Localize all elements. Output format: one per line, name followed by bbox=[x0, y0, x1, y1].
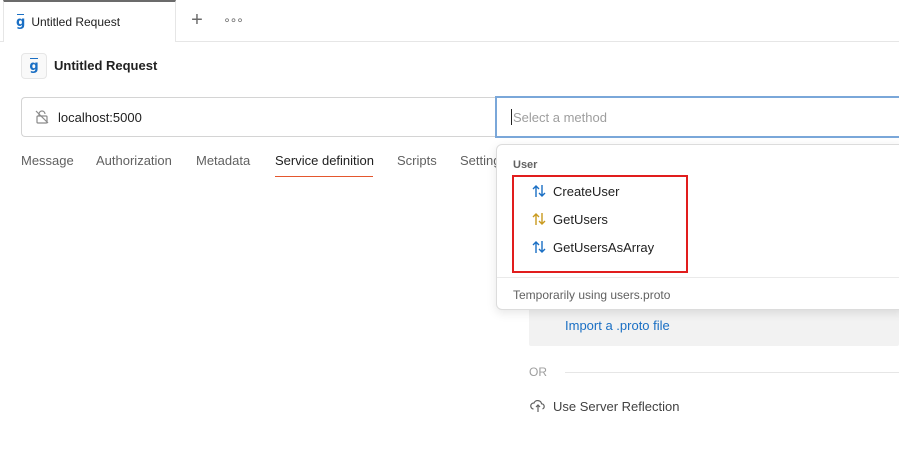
proto-source-note: Temporarily using users.proto bbox=[513, 288, 671, 302]
request-tab-label: Untitled Request bbox=[31, 15, 121, 29]
grpc-icon: g bbox=[16, 13, 26, 30]
dropdown-divider bbox=[497, 277, 899, 278]
request-tab[interactable]: g Untitled Request bbox=[3, 0, 176, 42]
method-dropdown: User CreateUser GetUsers GetUsersAsArray bbox=[496, 144, 899, 310]
more-options-button[interactable]: ∘∘∘ bbox=[222, 10, 244, 30]
tab-metadata[interactable]: Metadata bbox=[196, 153, 250, 168]
tab-message[interactable]: Message bbox=[21, 153, 74, 168]
server-reflection-label: Use Server Reflection bbox=[553, 398, 680, 414]
server-reflection-button[interactable]: Use Server Reflection bbox=[529, 398, 679, 414]
app-root: g Untitled Request + ∘∘∘ g Untitled Requ… bbox=[0, 0, 899, 461]
grpc-icon: g bbox=[29, 57, 39, 74]
request-title[interactable]: Untitled Request bbox=[54, 58, 157, 73]
method-search-input[interactable] bbox=[513, 109, 893, 125]
server-url-value: localhost:5000 bbox=[58, 109, 142, 125]
server-url-field[interactable]: localhost:5000 bbox=[21, 97, 497, 137]
or-divider-line bbox=[565, 372, 899, 373]
active-tab-indicator bbox=[275, 176, 373, 177]
request-type-icon: g bbox=[21, 53, 47, 79]
text-caret bbox=[511, 109, 512, 125]
tls-disabled-lock-icon bbox=[35, 110, 49, 124]
or-divider-label: OR bbox=[529, 365, 547, 379]
tab-authorization[interactable]: Authorization bbox=[96, 153, 172, 168]
service-group-label: User bbox=[513, 159, 538, 171]
tab-service-definition[interactable]: Service definition bbox=[275, 153, 374, 168]
method-select[interactable] bbox=[495, 96, 899, 138]
tab-bar: g Untitled Request + ∘∘∘ bbox=[0, 0, 899, 42]
tab-scripts[interactable]: Scripts bbox=[397, 153, 437, 168]
cloud-sync-icon bbox=[530, 399, 545, 412]
import-proto-link[interactable]: Import a .proto file bbox=[565, 318, 670, 333]
highlight-annotation-box bbox=[512, 175, 688, 273]
add-tab-button[interactable]: + bbox=[186, 8, 208, 32]
